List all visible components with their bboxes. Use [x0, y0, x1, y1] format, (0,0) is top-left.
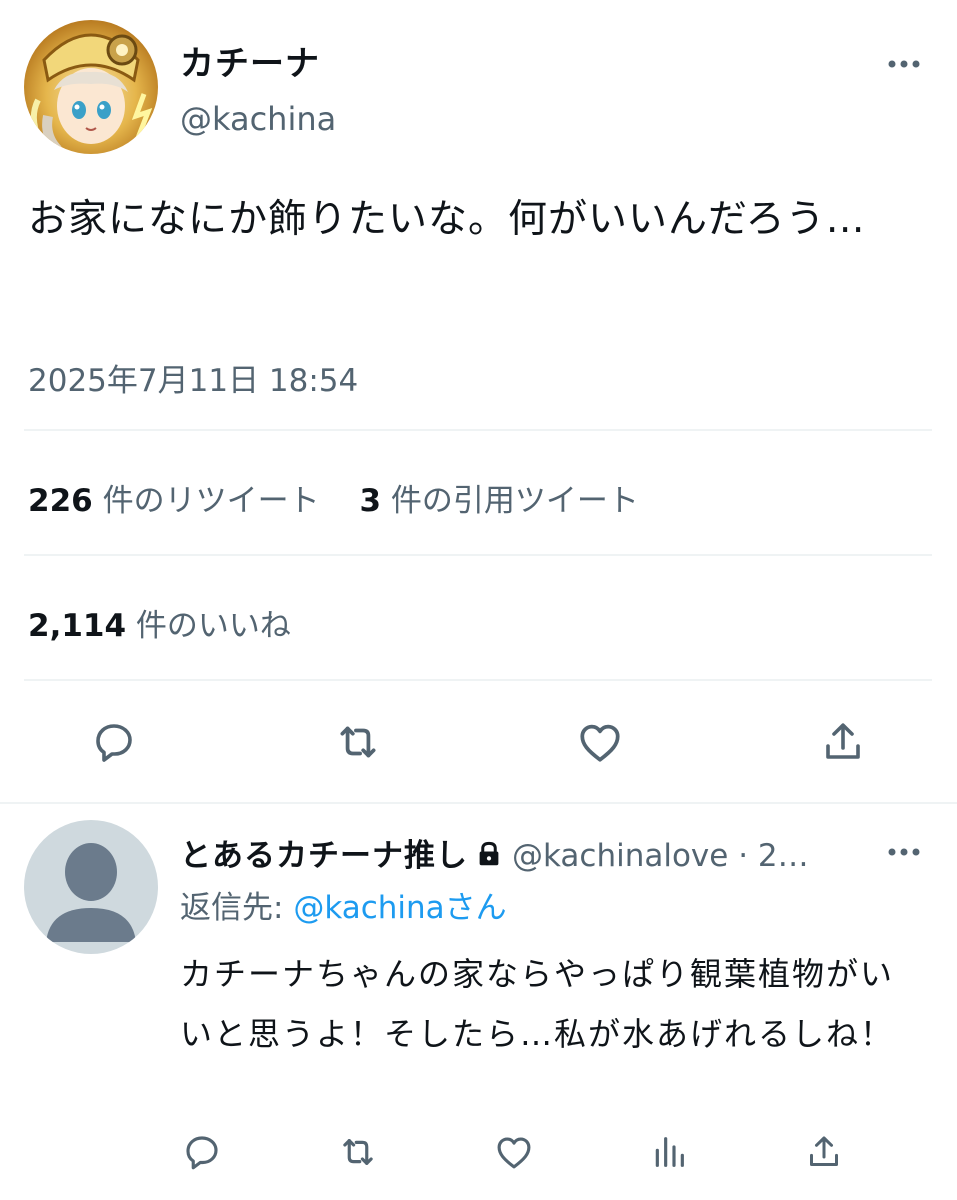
reply-header: とあるカチーナ推し @kachinalove · 2…	[180, 830, 880, 877]
like-count: 2,114	[28, 608, 127, 644]
tweet-text: お家になにか飾りたいな。何がいいんだろう…	[28, 197, 866, 242]
display-name[interactable]: カチーナ	[180, 36, 320, 85]
quote-count-link[interactable]: 3 件の引用ツイート	[359, 483, 638, 519]
share-icon[interactable]	[815, 714, 871, 770]
reply-text: カチーナちゃんの家ならやっぱり観葉植物がいいと思うよ！そしたら…私が水あげれるし…	[180, 955, 895, 1053]
comment-icon[interactable]	[86, 714, 142, 770]
replying-to: 返信先: @kachinaさん	[180, 882, 507, 927]
default-avatar-icon[interactable]	[24, 820, 158, 954]
mention-link[interactable]: @kachinaさん	[293, 890, 506, 926]
divider	[24, 429, 932, 431]
like-count-link[interactable]: 2,114 件のいいね	[28, 608, 291, 644]
reply-handle-time[interactable]: @kachinalove · 2…	[512, 838, 809, 874]
retweet-icon[interactable]	[336, 1130, 380, 1174]
more-options-icon[interactable]	[880, 832, 930, 872]
replying-to-prefix: 返信先:	[180, 890, 294, 926]
share-icon[interactable]	[802, 1130, 846, 1174]
quote-count: 3	[359, 483, 382, 519]
comment-icon[interactable]	[180, 1130, 224, 1174]
tweet-timestamp[interactable]: 2025年7月11日 18:54	[28, 355, 358, 400]
user-handle[interactable]: @kachina	[180, 100, 336, 138]
heart-icon[interactable]	[492, 1130, 536, 1174]
divider	[24, 554, 932, 556]
retweet-count: 226	[28, 483, 93, 519]
main-tweet: カチーナ @kachina お家になにか飾りたいな。何がいいんだろう… 2025…	[0, 0, 957, 802]
lock-icon	[474, 839, 504, 877]
avatar[interactable]	[24, 20, 158, 154]
reply-tweet[interactable]: とあるカチーナ推し @kachinalove · 2… 返信先: @kachina…	[0, 804, 957, 1200]
like-stats: 2,114 件のいいね	[28, 600, 321, 645]
more-options-icon[interactable]	[880, 44, 930, 84]
engagement-stats: 226 件のリツイート 3 件の引用ツイート	[28, 475, 669, 520]
avatar-image	[30, 33, 153, 154]
analytics-icon[interactable]	[647, 1130, 691, 1174]
retweet-count-link[interactable]: 226 件のリツイート	[28, 483, 320, 519]
reply-display-name[interactable]: とあるカチーナ推し	[180, 838, 468, 874]
like-count-label: 件のいいね	[126, 608, 291, 644]
divider	[24, 679, 932, 681]
retweet-icon[interactable]	[330, 714, 386, 770]
heart-icon[interactable]	[572, 714, 628, 770]
quote-count-label: 件の引用ツイート	[381, 483, 639, 519]
retweet-count-label: 件のリツイート	[92, 483, 320, 519]
